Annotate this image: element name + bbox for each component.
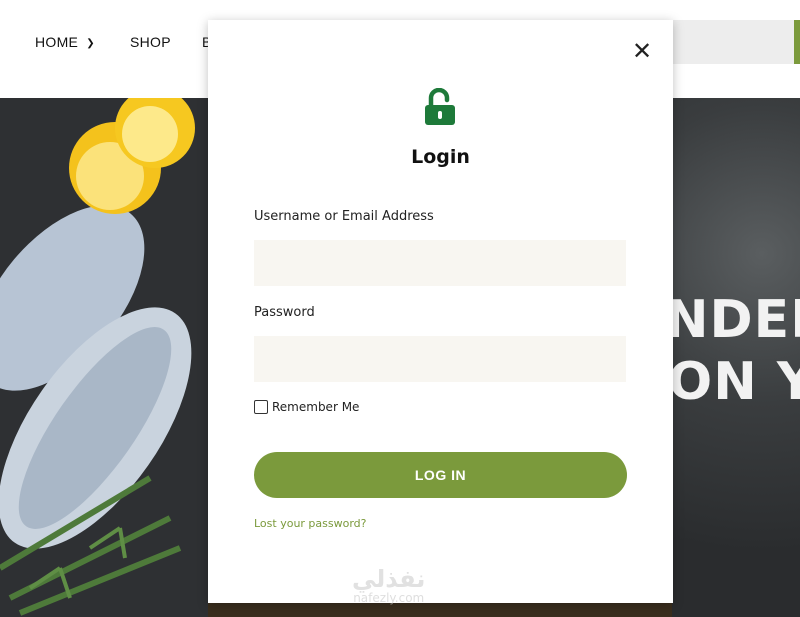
remember-me-label: Remember Me — [272, 400, 360, 414]
login-modal: ✕ Login Username or Email Address Passwo… — [208, 20, 673, 603]
nav-home-label: HOME — [35, 34, 79, 50]
login-button[interactable]: LOG IN — [254, 452, 627, 498]
watermark-arabic: نفذلي — [352, 565, 426, 593]
modal-title: Login — [411, 146, 470, 168]
header-search-box[interactable] — [670, 20, 794, 64]
watermark-latin: nafezly.com — [353, 591, 425, 605]
header-search-button[interactable] — [794, 20, 800, 64]
password-label: Password — [254, 305, 315, 320]
password-input[interactable] — [254, 336, 626, 382]
unlocked-padlock-icon — [425, 88, 455, 125]
hero-bottom-strip — [208, 603, 672, 617]
close-icon[interactable]: ✕ — [630, 40, 654, 64]
remember-me-row: Remember Me — [254, 400, 359, 414]
remember-me-checkbox[interactable] — [254, 400, 268, 414]
nav-item-home[interactable]: HOME ❯ — [35, 34, 95, 50]
hero-heading-line-2: ON YO — [668, 352, 800, 412]
watermark: نفذلي nafezly.com — [352, 565, 425, 605]
lost-password-link[interactable]: Lost your password? — [254, 517, 367, 530]
hero-heading-line-1: NDER — [665, 290, 800, 350]
hero-food-image — [0, 98, 208, 617]
username-input[interactable] — [254, 240, 626, 286]
username-label: Username or Email Address — [254, 209, 434, 224]
chevron-down-icon: ❯ — [86, 38, 95, 49]
nav-item-shop[interactable]: SHOP — [130, 34, 171, 50]
